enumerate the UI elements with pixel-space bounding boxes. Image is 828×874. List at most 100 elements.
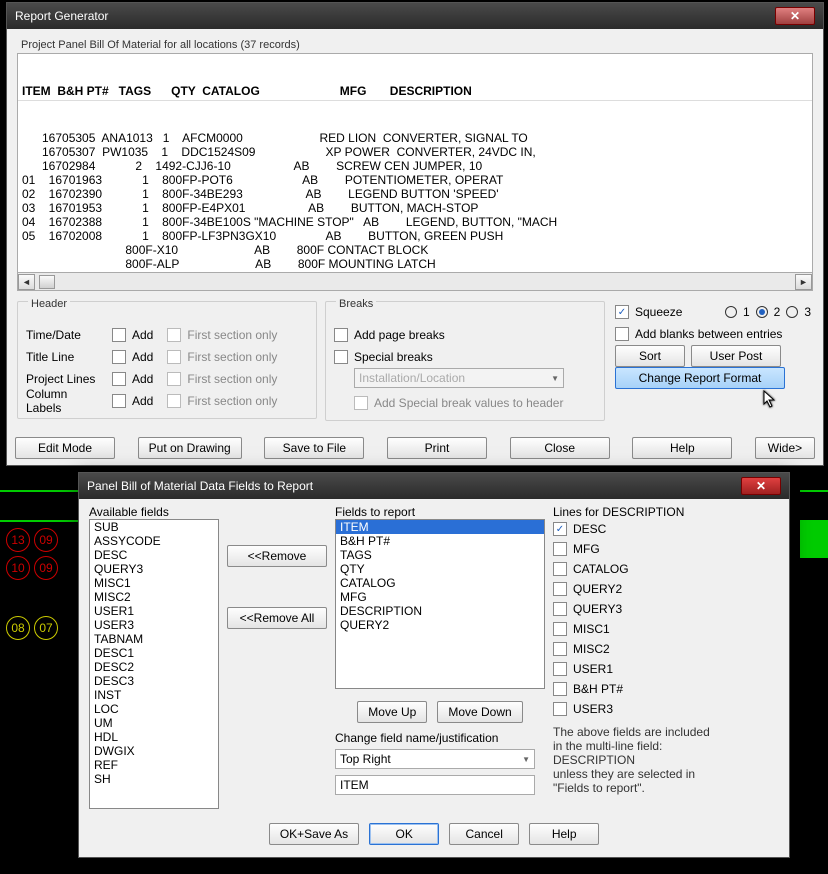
list-item[interactable]: UM xyxy=(90,716,218,730)
squeeze-label: Squeeze xyxy=(635,305,682,319)
squeeze-radio-2[interactable] xyxy=(756,306,768,318)
list-item[interactable]: DESCRIPTION xyxy=(336,604,544,618)
available-fields-list[interactable]: SUBASSYCODEDESCQUERY3MISC1MISC2USER1USER… xyxy=(89,519,219,809)
add-checkbox[interactable] xyxy=(112,350,126,364)
add-header-vals-checkbox xyxy=(354,396,368,410)
desc-note: in the multi-line field: xyxy=(553,739,779,753)
cad-marker: 10 xyxy=(6,556,30,580)
window-title: Panel Bill of Material Data Fields to Re… xyxy=(87,479,741,493)
edit-mode-button[interactable]: Edit Mode xyxy=(15,437,115,459)
desc-note: "Fields to report". xyxy=(553,781,779,795)
list-item[interactable]: USER1 xyxy=(90,604,218,618)
list-item[interactable]: MFG xyxy=(336,590,544,604)
list-item[interactable]: TABNAM xyxy=(90,632,218,646)
wide-button[interactable]: Wide> xyxy=(755,437,815,459)
close-icon[interactable]: ✕ xyxy=(775,7,815,25)
squeeze-checkbox[interactable] xyxy=(615,305,629,319)
desc-line-checkbox[interactable] xyxy=(553,702,567,716)
move-down-button[interactable]: Move Down xyxy=(437,701,522,723)
list-item[interactable]: DWGIX xyxy=(90,744,218,758)
available-fields-label: Available fields xyxy=(89,505,219,519)
justification-dropdown[interactable]: Top Right xyxy=(335,749,535,769)
titlebar[interactable]: Report Generator ✕ xyxy=(7,3,823,29)
put-on-drawing-button[interactable]: Put on Drawing xyxy=(138,437,242,459)
scroll-thumb[interactable] xyxy=(39,275,55,289)
list-item[interactable]: REF xyxy=(90,758,218,772)
help-button[interactable]: Help xyxy=(632,437,732,459)
list-item[interactable]: DESC3 xyxy=(90,674,218,688)
special-breaks-checkbox[interactable] xyxy=(334,350,348,364)
list-item[interactable]: QUERY2 xyxy=(336,618,544,632)
list-item[interactable]: B&H PT# xyxy=(336,534,544,548)
change-report-format-button[interactable]: Change Report Format xyxy=(615,367,785,389)
cancel-button[interactable]: Cancel xyxy=(449,823,519,845)
horizontal-scrollbar[interactable]: ◄ ► xyxy=(17,273,813,291)
lines-for-desc-label: Lines for DESCRIPTION xyxy=(553,505,779,519)
save-to-file-button[interactable]: Save to File xyxy=(264,437,364,459)
list-item[interactable]: DESC xyxy=(90,548,218,562)
add-checkbox[interactable] xyxy=(112,372,126,386)
cad-marker: 07 xyxy=(34,616,58,640)
summary-text: Project Panel Bill Of Material for all l… xyxy=(17,35,813,53)
desc-line-checkbox[interactable] xyxy=(553,642,567,656)
desc-line-checkbox[interactable] xyxy=(553,542,567,556)
list-item[interactable]: QTY xyxy=(336,562,544,576)
scroll-right-icon[interactable]: ► xyxy=(795,274,812,290)
squeeze-radio-1[interactable] xyxy=(725,306,737,318)
ok-button[interactable]: OK xyxy=(369,823,439,845)
help-button[interactable]: Help xyxy=(529,823,599,845)
list-item[interactable]: DESC1 xyxy=(90,646,218,660)
window-title: Report Generator xyxy=(15,9,775,23)
report-table: ITEM B&H PT# TAGS QTY CATALOG MFG DESCRI… xyxy=(17,53,813,273)
list-item[interactable]: MISC1 xyxy=(90,576,218,590)
list-item[interactable]: HDL xyxy=(90,730,218,744)
list-item[interactable]: SUB xyxy=(90,520,218,534)
list-item[interactable]: TAGS xyxy=(336,548,544,562)
page-breaks-checkbox[interactable] xyxy=(334,328,348,342)
blanks-checkbox[interactable] xyxy=(615,327,629,341)
squeeze-radio-3[interactable] xyxy=(786,306,798,318)
desc-line-checkbox[interactable] xyxy=(553,522,567,536)
desc-line-checkbox[interactable] xyxy=(553,602,567,616)
add-checkbox[interactable] xyxy=(112,328,126,342)
remove-button[interactable]: <<Remove xyxy=(227,545,327,567)
desc-line-checkbox[interactable] xyxy=(553,682,567,696)
titlebar[interactable]: Panel Bill of Material Data Fields to Re… xyxy=(79,473,789,499)
remove-all-button[interactable]: <<Remove All xyxy=(227,607,327,629)
list-item[interactable]: DESC2 xyxy=(90,660,218,674)
desc-line-checkbox[interactable] xyxy=(553,622,567,636)
close-icon[interactable]: ✕ xyxy=(741,477,781,495)
first-section-checkbox xyxy=(167,372,181,386)
header-row-label: Project Lines xyxy=(26,372,106,386)
list-item[interactable]: CATALOG xyxy=(336,576,544,590)
cad-marker: 09 xyxy=(34,556,58,580)
desc-line-checkbox[interactable] xyxy=(553,662,567,676)
desc-line-label: MFG xyxy=(573,542,600,556)
add-header-vals-label: Add Special break values to header xyxy=(374,396,563,410)
desc-line-checkbox[interactable] xyxy=(553,562,567,576)
list-item[interactable]: ASSYCODE xyxy=(90,534,218,548)
user-post-button[interactable]: User Post xyxy=(691,345,781,367)
desc-note: DESCRIPTION xyxy=(553,753,779,767)
add-checkbox[interactable] xyxy=(112,394,126,408)
desc-line-label: MISC2 xyxy=(573,642,610,656)
move-up-button[interactable]: Move Up xyxy=(357,701,427,723)
print-button[interactable]: Print xyxy=(387,437,487,459)
list-item[interactable]: SH xyxy=(90,772,218,786)
list-item[interactable]: QUERY3 xyxy=(90,562,218,576)
cad-marker: 09 xyxy=(34,528,58,552)
close-button[interactable]: Close xyxy=(510,437,610,459)
fields-to-report-list[interactable]: ITEMB&H PT#TAGSQTYCATALOGMFGDESCRIPTIONQ… xyxy=(335,519,545,689)
desc-note: unless they are selected in xyxy=(553,767,779,781)
ok-save-as-button[interactable]: OK+Save As xyxy=(269,823,359,845)
list-item[interactable]: INST xyxy=(90,688,218,702)
desc-line-checkbox[interactable] xyxy=(553,582,567,596)
list-item[interactable]: LOC xyxy=(90,702,218,716)
list-item[interactable]: USER3 xyxy=(90,618,218,632)
scroll-left-icon[interactable]: ◄ xyxy=(18,274,35,290)
special-breaks-label: Special breaks xyxy=(354,350,433,364)
list-item[interactable]: MISC2 xyxy=(90,590,218,604)
field-name-input[interactable]: ITEM xyxy=(335,775,535,795)
sort-button[interactable]: Sort xyxy=(615,345,685,367)
list-item[interactable]: ITEM xyxy=(336,520,544,534)
